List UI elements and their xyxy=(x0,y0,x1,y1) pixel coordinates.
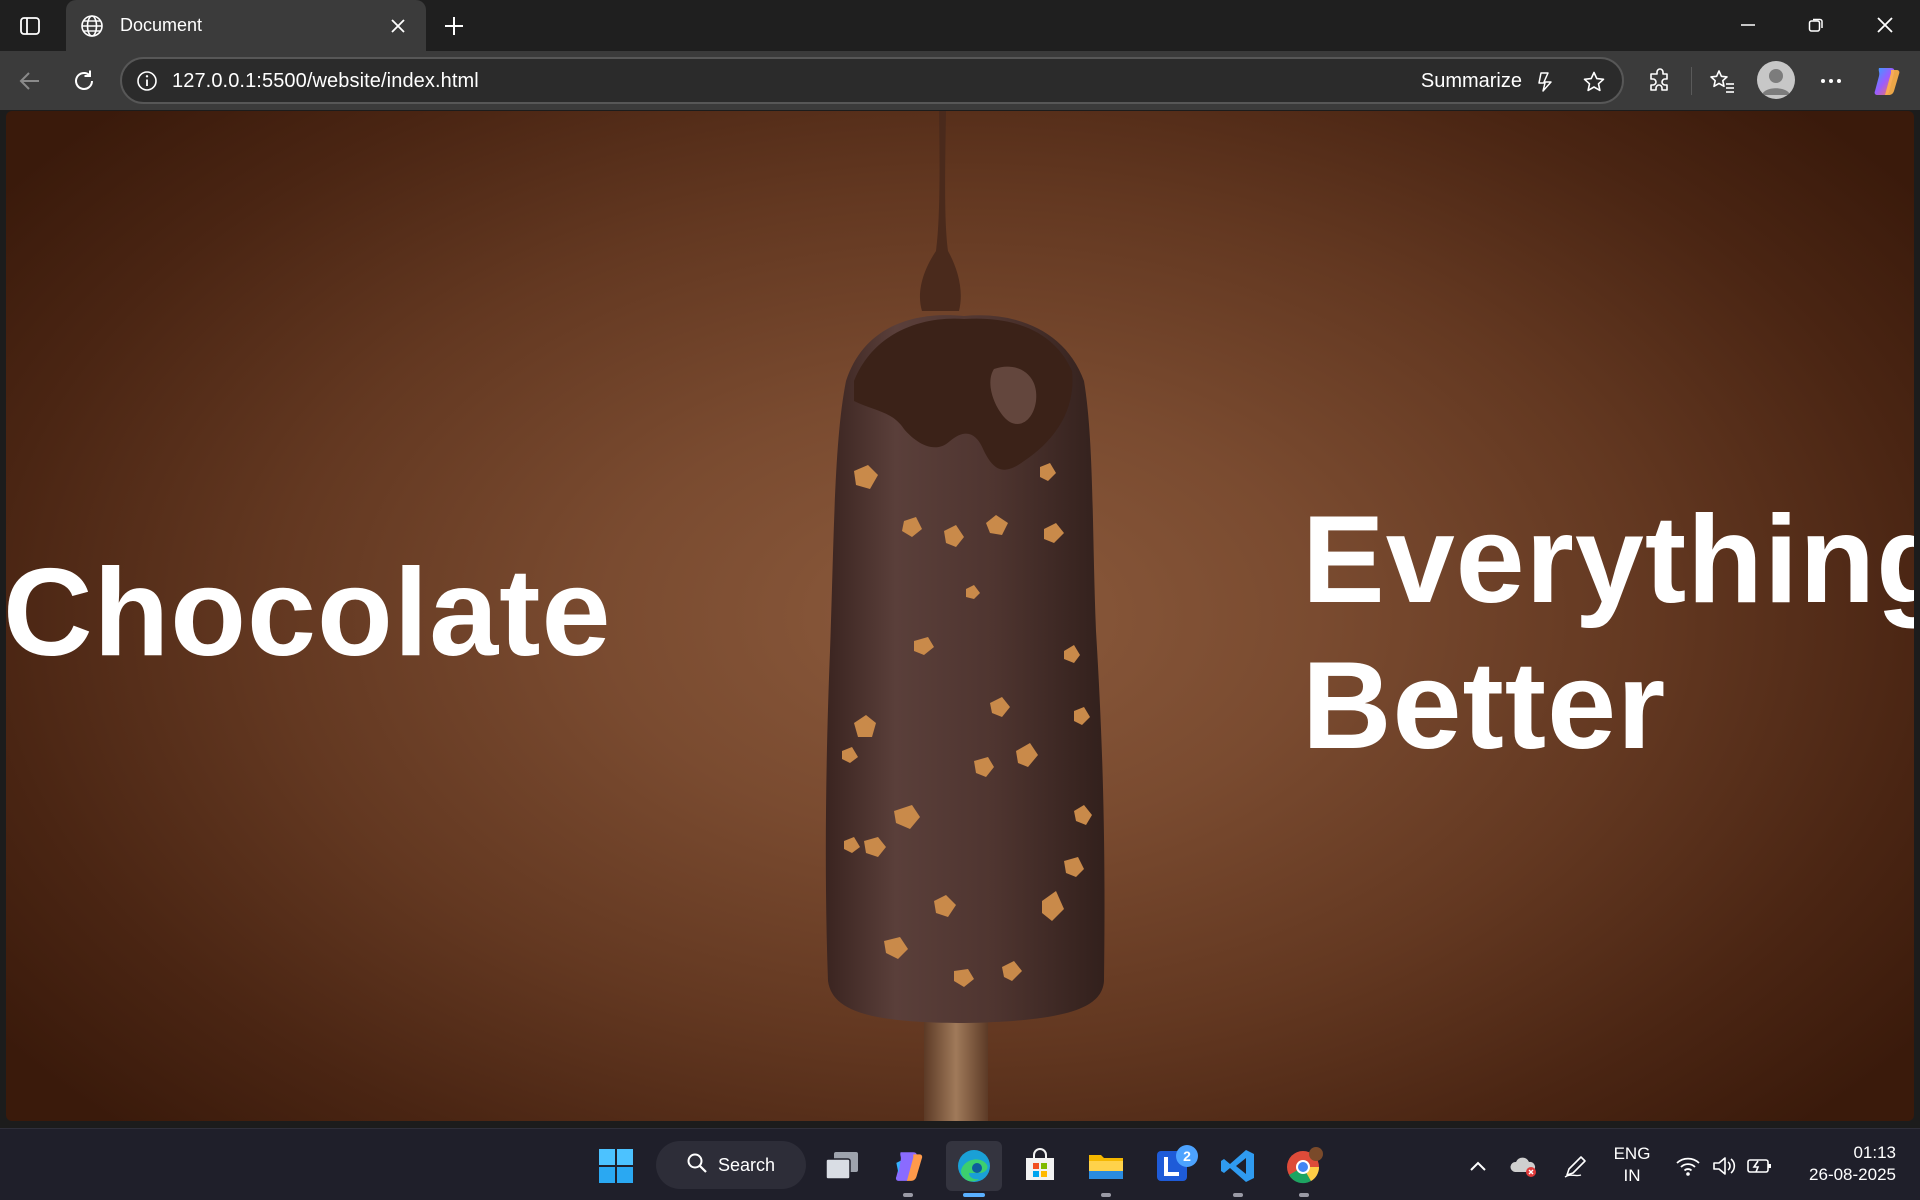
hero-text-right: Everything Better xyxy=(1302,487,1914,779)
task-view-icon[interactable] xyxy=(814,1141,870,1191)
store-icon[interactable] xyxy=(1012,1141,1068,1191)
extensions-icon[interactable] xyxy=(1640,62,1680,100)
tab-document[interactable]: Document xyxy=(66,0,426,51)
tab-strip: Document xyxy=(0,0,1920,51)
windows-start-icon[interactable] xyxy=(588,1141,644,1191)
running-indicator xyxy=(963,1193,985,1197)
pen-icon[interactable] xyxy=(1548,1141,1604,1191)
vscode-icon[interactable] xyxy=(1210,1141,1266,1197)
profile-icon[interactable] xyxy=(1757,61,1795,99)
toolbar-separator xyxy=(1691,67,1692,95)
running-indicator xyxy=(1233,1193,1243,1197)
lens-app-icon[interactable]: 2 xyxy=(1144,1141,1200,1191)
chocolate-icecream-image xyxy=(825,111,1105,1121)
running-indicator xyxy=(1101,1193,1111,1197)
summarize-button[interactable]: Summarize xyxy=(1421,70,1522,93)
close-icon[interactable] xyxy=(384,12,412,40)
star-icon[interactable] xyxy=(1580,68,1608,96)
minimize-icon[interactable] xyxy=(1720,6,1776,44)
edge-icon[interactable] xyxy=(946,1141,1002,1197)
language-code: ENG xyxy=(1613,1144,1651,1163)
hero-text-everything: Everything xyxy=(1302,491,1914,629)
clock-time: 01:13 xyxy=(1853,1143,1896,1162)
copilot-app-icon[interactable] xyxy=(880,1141,936,1197)
onedrive-icon[interactable] xyxy=(1496,1141,1552,1191)
chrome-icon[interactable] xyxy=(1276,1141,1332,1197)
search-icon xyxy=(686,1152,708,1179)
address-bar[interactable]: 127.0.0.1:5500/website/index.html Summar… xyxy=(120,57,1624,104)
taskbar: Search 2 ENG IN 01:13 26-08-2025 xyxy=(0,1128,1920,1200)
clock[interactable]: 01:13 26-08-2025 xyxy=(1792,1142,1896,1186)
hero-text-chocolate: Chocolate xyxy=(6,544,612,682)
clock-date: 26-08-2025 xyxy=(1809,1165,1896,1184)
running-indicator xyxy=(1299,1193,1309,1197)
browser-toolbar: 127.0.0.1:5500/website/index.html Summar… xyxy=(0,51,1920,110)
globe-icon xyxy=(80,14,104,38)
battery-icon[interactable] xyxy=(1738,1141,1782,1191)
back-icon[interactable] xyxy=(10,62,50,100)
info-icon[interactable] xyxy=(134,68,160,94)
tab-title: Document xyxy=(120,15,203,35)
file-explorer-icon[interactable] xyxy=(1078,1141,1134,1197)
running-indicator xyxy=(903,1193,913,1197)
window-close-icon[interactable] xyxy=(1857,6,1913,44)
copilot-summarize-icon[interactable] xyxy=(1532,68,1560,96)
search-label: Search xyxy=(718,1154,776,1175)
language-indicator[interactable]: ENG IN xyxy=(1608,1143,1656,1187)
favorites-icon[interactable] xyxy=(1702,62,1742,100)
hero-text-better: Better xyxy=(1302,637,1667,775)
more-icon[interactable] xyxy=(1811,62,1851,100)
plus-icon[interactable] xyxy=(436,8,472,44)
url-text[interactable]: 127.0.0.1:5500/website/index.html xyxy=(172,70,479,93)
tab-actions-icon[interactable] xyxy=(14,10,46,42)
notification-badge: 2 xyxy=(1176,1145,1198,1167)
copilot-icon[interactable] xyxy=(1866,62,1906,100)
restore-icon[interactable] xyxy=(1788,6,1844,44)
taskbar-search[interactable]: Search xyxy=(656,1141,806,1189)
language-region: IN xyxy=(1623,1166,1641,1185)
refresh-icon[interactable] xyxy=(64,62,104,100)
page-viewport: Chocolate Everything Better xyxy=(6,111,1914,1121)
